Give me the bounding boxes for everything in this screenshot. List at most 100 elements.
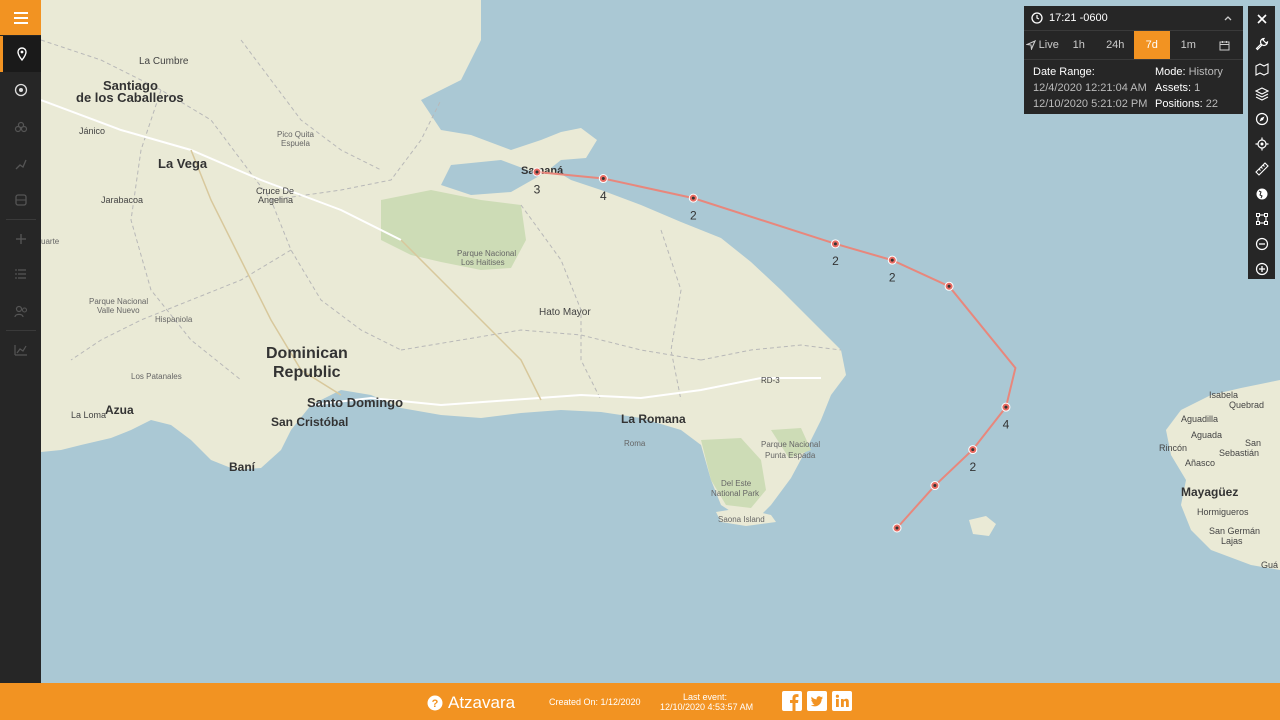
- label-janico: Jánico: [79, 126, 105, 136]
- tab-1m[interactable]: 1m: [1170, 31, 1207, 59]
- label-san-sebastian-1: San: [1245, 438, 1261, 448]
- sidebar-item-users[interactable]: [0, 293, 41, 329]
- chevron-up-icon[interactable]: [1223, 13, 1233, 23]
- assets-value: 1: [1194, 82, 1201, 94]
- sidebar-item-list[interactable]: [0, 256, 41, 292]
- plus-icon: [15, 234, 26, 244]
- position-marker-dot: [971, 448, 975, 452]
- date-range-end: 12/10/2020 5:21:02 PM: [1033, 98, 1148, 110]
- users-icon: [13, 305, 27, 318]
- linkedin-icon[interactable]: [832, 691, 852, 711]
- route-icon: [15, 159, 27, 170]
- clock-icon: [1031, 12, 1043, 24]
- label-hato-mayor: Hato Mayor: [539, 307, 591, 318]
- target-icon: [14, 83, 27, 97]
- panel-info: Date Range: 12/4/2020 12:21:04 AM 12/10/…: [1024, 60, 1243, 114]
- menu-button[interactable]: [0, 0, 41, 35]
- label-rincon: Rincón: [1159, 443, 1187, 453]
- menu-icon: [13, 11, 28, 24]
- label-jarabacoa: Jarabacoa: [101, 195, 143, 205]
- label-isabela: Isabela: [1209, 390, 1238, 400]
- sidebar-item-add[interactable]: [0, 221, 41, 257]
- position-marker-dot: [691, 196, 695, 200]
- positions-row: Positions: 22: [1155, 98, 1218, 110]
- track-count-label: 2: [969, 460, 976, 474]
- tab-live-label: Live: [1038, 39, 1059, 51]
- track-count-label: 4: [600, 189, 607, 203]
- track-count-label: 2: [690, 208, 697, 222]
- label-pn-valle-2: Valle Nuevo: [97, 306, 140, 315]
- compass-button[interactable]: [1248, 106, 1275, 131]
- tools-button[interactable]: [1248, 31, 1275, 56]
- sidebar-item-reports[interactable]: [0, 332, 41, 368]
- sidebar-item-groups[interactable]: [0, 110, 41, 146]
- label-aguada: Aguada: [1191, 430, 1222, 440]
- overlays-button[interactable]: [1248, 81, 1275, 106]
- footer-brand[interactable]: ? Atzavara: [427, 693, 515, 713]
- label-roma: Roma: [624, 439, 646, 448]
- position-marker-dot: [601, 177, 605, 181]
- label-san-cristobal: San Cristóbal: [271, 415, 348, 429]
- geofence-icon: [14, 194, 27, 206]
- track-count-label: 4: [1003, 417, 1010, 431]
- history-panel: 17:21 -0600 Live 1h 24h 7d 1m Date Range…: [1024, 6, 1243, 114]
- panel-header[interactable]: 17:21 -0600: [1024, 6, 1243, 31]
- tab-live[interactable]: Live: [1024, 31, 1061, 59]
- sidebar-item-geofence[interactable]: [0, 182, 41, 218]
- mode-row: Mode: History: [1155, 66, 1223, 78]
- globe-icon: [1256, 188, 1267, 199]
- zoom-in-button[interactable]: [1248, 256, 1275, 281]
- sidebar-item-routes[interactable]: [0, 146, 41, 182]
- last-event-label: Last event:: [683, 692, 728, 702]
- zoom-out-button[interactable]: [1248, 231, 1275, 256]
- sidebar-divider: [6, 330, 36, 331]
- label-los-patanales: Los Patanales: [131, 372, 182, 381]
- position-marker-dot: [890, 258, 894, 262]
- mode-value: History: [1188, 66, 1223, 78]
- position-marker-dot: [535, 170, 539, 174]
- tab-7d[interactable]: 7d: [1133, 31, 1170, 59]
- locate-button[interactable]: [1248, 131, 1275, 156]
- label-haitises-2: Los Haitises: [461, 258, 505, 267]
- zoom-in-icon: [1255, 262, 1268, 275]
- group-icon: [14, 121, 27, 133]
- label-dominican: Dominican: [266, 345, 348, 362]
- twitter-icon[interactable]: [807, 691, 827, 711]
- tab-24h[interactable]: 24h: [1097, 31, 1134, 59]
- globe-button[interactable]: [1248, 181, 1275, 206]
- created-on: Created On: 1/12/2020: [549, 697, 641, 707]
- label-san-sebastian-2: Sebastián: [1219, 448, 1259, 458]
- select-area-button[interactable]: [1248, 206, 1275, 231]
- track-count-label: 2: [832, 254, 839, 268]
- tab-calendar[interactable]: [1207, 31, 1244, 59]
- mode-label: Mode:: [1155, 66, 1186, 78]
- positions-value: 22: [1205, 98, 1219, 110]
- label-punta-1: Parque Nacional: [761, 440, 820, 449]
- map-layers-button[interactable]: [1248, 56, 1275, 81]
- label-haitises-1: Parque Nacional: [457, 249, 516, 258]
- facebook-icon[interactable]: [782, 691, 802, 711]
- label-aguadilla: Aguadilla: [1181, 414, 1218, 424]
- map-toolbar: [1248, 6, 1275, 279]
- label-pico-1: Pico Quita: [277, 130, 314, 139]
- label-santiago-2: de los Caballeros: [76, 90, 184, 105]
- label-azua: Azua: [105, 403, 134, 417]
- measure-button[interactable]: [1248, 156, 1275, 181]
- label-pn-valle-1: Parque Nacional: [89, 297, 148, 306]
- navigation-arrow-icon: [1025, 40, 1036, 50]
- tab-7d-label: 7d: [1145, 39, 1158, 51]
- tab-1h[interactable]: 1h: [1061, 31, 1098, 59]
- current-time: 17:21 -0600: [1049, 12, 1108, 24]
- position-marker-dot: [933, 484, 937, 488]
- calendar-icon: [1219, 40, 1230, 50]
- track-count-label: 3: [534, 182, 541, 196]
- position-marker-dot: [833, 242, 837, 246]
- map-layers-icon: [1254, 62, 1269, 76]
- label-samana: Samaná: [521, 165, 564, 177]
- date-range-label: Date Range:: [1033, 66, 1095, 78]
- close-button[interactable]: [1248, 6, 1275, 31]
- sidebar-item-map[interactable]: [0, 36, 41, 72]
- track-count-label: 2: [889, 270, 896, 284]
- tab-24h-label: 24h: [1106, 39, 1125, 51]
- sidebar-item-track[interactable]: [0, 72, 41, 108]
